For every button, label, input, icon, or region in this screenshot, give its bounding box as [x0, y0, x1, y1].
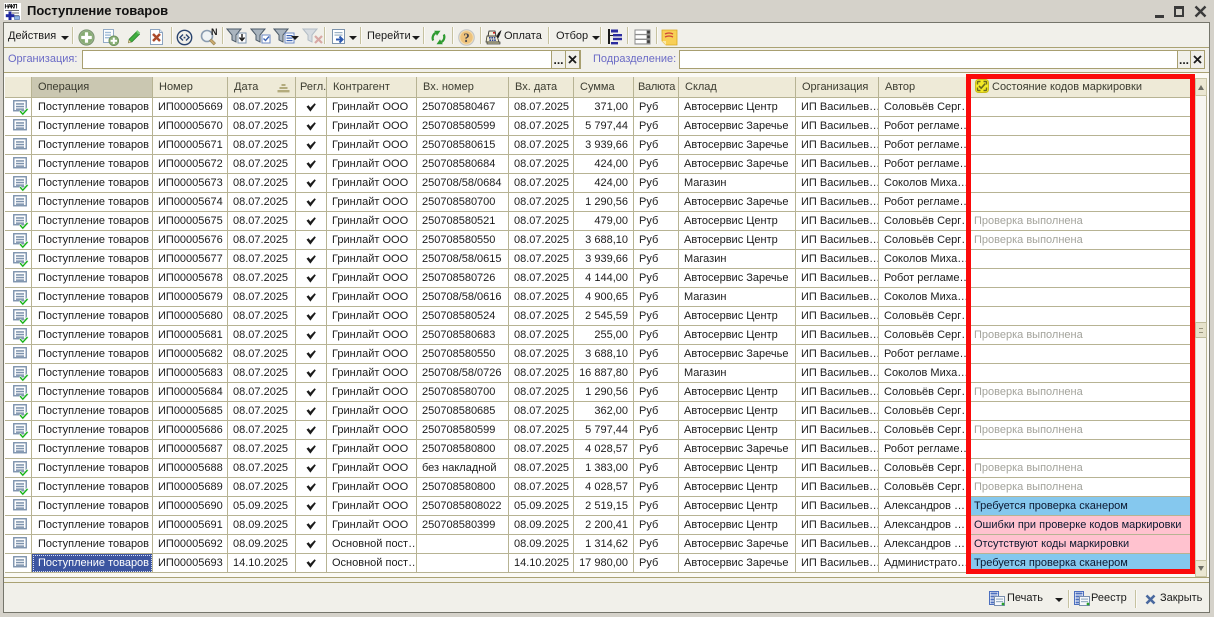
svg-text:НАКЛ: НАКЛ — [5, 5, 18, 11]
svg-text:N: N — [211, 28, 218, 37]
svg-text:?: ? — [463, 31, 469, 45]
